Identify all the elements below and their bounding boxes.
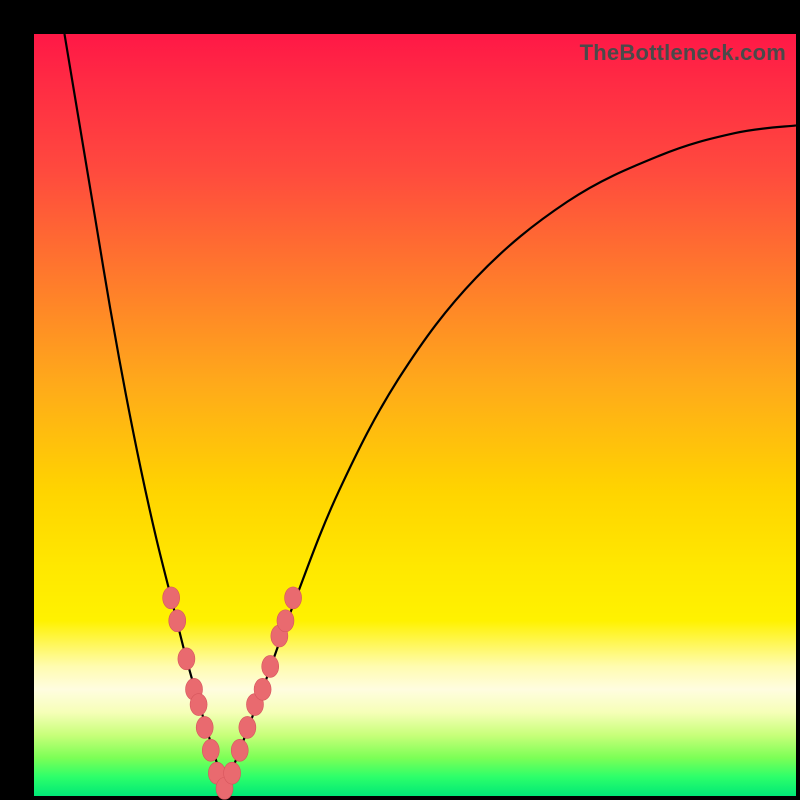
curve-right	[225, 125, 797, 788]
marker-group	[163, 587, 302, 800]
curve-left	[64, 34, 224, 788]
marker-dot	[224, 762, 241, 784]
marker-dot	[285, 587, 302, 609]
marker-dot	[202, 739, 219, 761]
marker-dot	[163, 587, 180, 609]
marker-dot	[196, 716, 213, 738]
plot-area: TheBottleneck.com	[34, 34, 796, 796]
marker-dot	[231, 739, 248, 761]
marker-dot	[254, 678, 271, 700]
marker-dot	[239, 716, 256, 738]
marker-dot	[262, 655, 279, 677]
marker-dot	[190, 694, 207, 716]
marker-dot	[169, 610, 186, 632]
marker-dot	[277, 610, 294, 632]
chart-frame: TheBottleneck.com	[0, 0, 800, 800]
marker-dot	[178, 648, 195, 670]
chart-svg	[34, 34, 796, 796]
